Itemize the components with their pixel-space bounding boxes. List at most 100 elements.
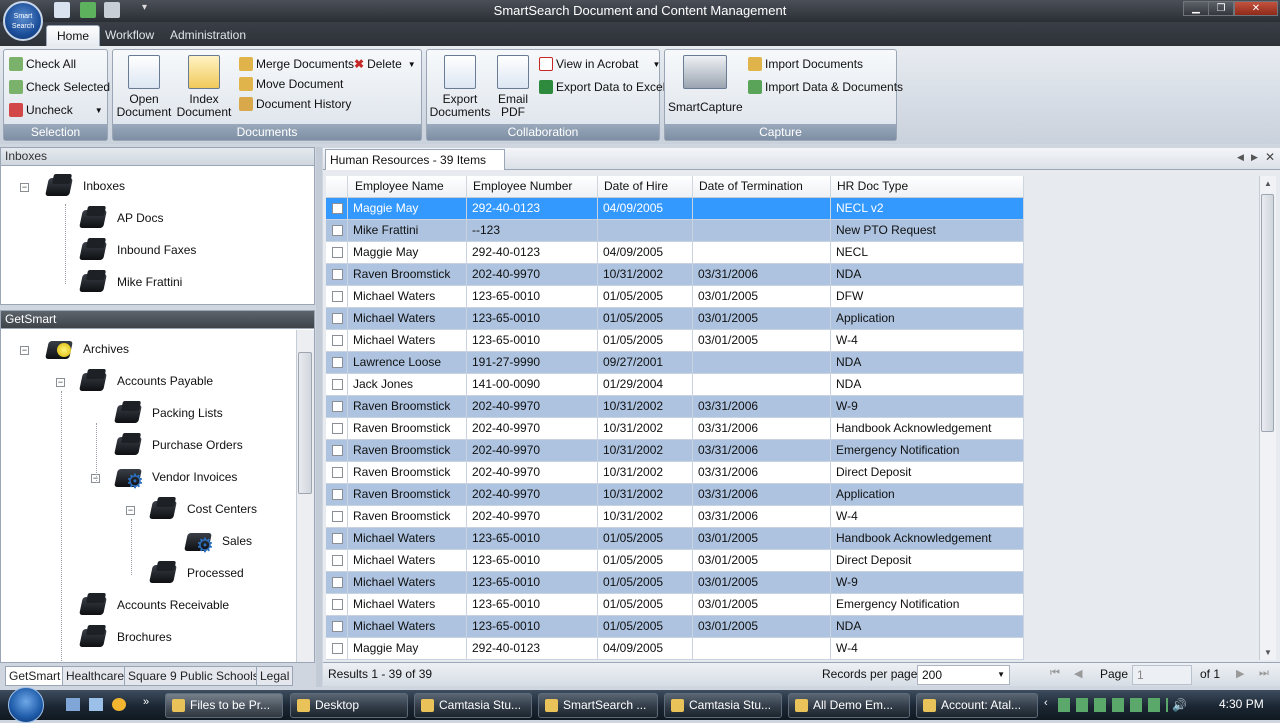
prev-page-icon[interactable]: ◀	[1074, 667, 1082, 680]
tree-node[interactable]: Purchase Orders	[114, 431, 243, 459]
row-checkbox[interactable]	[332, 643, 343, 654]
row-checkbox[interactable]	[332, 401, 343, 412]
taskbar-item[interactable]: All Demo Em...	[788, 693, 910, 718]
index-document-button[interactable]: Index Document	[176, 55, 232, 119]
tree-node[interactable]: Cost Centers	[149, 495, 257, 523]
row-checkbox[interactable]	[332, 467, 343, 478]
row-checkbox[interactable]	[332, 511, 343, 522]
row-checkbox[interactable]	[332, 621, 343, 632]
explorer-icon[interactable]	[89, 698, 103, 711]
collapse-icon[interactable]: −	[56, 378, 65, 387]
scroll-down-icon[interactable]: ▼	[1264, 648, 1272, 657]
row-checkbox[interactable]	[332, 423, 343, 434]
table-row[interactable]: Michael Waters 123-65-0010 01/05/2005 03/01…	[326, 308, 1024, 330]
column-header[interactable]: HR Doc Type	[831, 176, 1024, 198]
row-checkbox[interactable]	[332, 533, 343, 544]
table-row[interactable]: Mike Frattini --123 New PTO Request	[326, 220, 1024, 242]
merge-documents-button[interactable]: Merge Documents	[239, 57, 354, 71]
row-checkbox[interactable]	[332, 269, 343, 280]
table-row[interactable]: Raven Broomstick 202-40-9970 10/31/2002 03/…	[326, 418, 1024, 440]
row-checkbox[interactable]	[332, 313, 343, 324]
taskbar-item[interactable]: Desktop	[290, 693, 408, 718]
last-page-icon[interactable]: ⏭	[1259, 667, 1269, 680]
tab-home[interactable]: Home	[46, 25, 101, 46]
taskbar-item[interactable]: Camtasia Stu...	[664, 693, 782, 718]
table-row[interactable]: Raven Broomstick 202-40-9970 10/31/2002 03/…	[326, 264, 1024, 286]
scrollbar-thumb[interactable]	[298, 352, 312, 494]
row-checkbox[interactable]	[332, 357, 343, 368]
tree-node[interactable]: Brochures	[79, 623, 172, 651]
table-row[interactable]: Maggie May 292-40-0123 04/09/2005 NECL v2	[326, 198, 1024, 220]
tree-node[interactable]: Processed	[149, 559, 244, 587]
tab-administration[interactable]: Administration	[160, 25, 256, 46]
check-all-button[interactable]: Check All	[9, 57, 76, 71]
row-checkbox[interactable]	[332, 489, 343, 500]
tab-healthcare[interactable]: Healthcare	[62, 666, 129, 686]
tab-getsmart[interactable]: GetSmart	[5, 666, 65, 686]
table-row[interactable]: Michael Waters 123-65-0010 01/05/2005 03/01…	[326, 330, 1024, 352]
row-checkbox[interactable]	[332, 291, 343, 302]
table-row[interactable]: Michael Waters 123-65-0010 01/05/2005 03/01…	[326, 550, 1024, 572]
move-document-button[interactable]: Move Document	[239, 77, 343, 91]
tree-node[interactable]: Packing Lists	[114, 399, 223, 427]
import-documents-button[interactable]: Import Documents	[748, 57, 863, 71]
export-data-to-excel-button[interactable]: Export Data to Excel	[539, 80, 665, 94]
view-in-acrobat-button[interactable]: View in Acrobat ▼	[539, 57, 660, 71]
taskbar-item[interactable]: Account: Atal...	[916, 693, 1038, 718]
splitter[interactable]	[316, 147, 322, 687]
clock[interactable]: 4:30 PM	[1219, 697, 1264, 711]
email-pdf-button[interactable]: Email PDF	[493, 55, 533, 119]
row-checkbox[interactable]	[332, 555, 343, 566]
uncheck-button[interactable]: Uncheck ▼	[9, 103, 103, 117]
table-row[interactable]: Michael Waters 123-65-0010 01/05/2005 03/01…	[326, 286, 1024, 308]
delete-button[interactable]: ✖ Delete ▼	[354, 57, 416, 71]
close-tab-icon[interactable]: ✕	[1265, 150, 1275, 164]
tray-expand-icon[interactable]: ‹	[1044, 697, 1048, 709]
start-button[interactable]	[8, 687, 44, 723]
check-selected-button[interactable]: Check Selected	[9, 80, 110, 94]
row-checkbox[interactable]	[332, 335, 343, 346]
inbox-item[interactable]: AP Docs	[79, 204, 163, 232]
tree-node-archives[interactable]: Archives	[45, 335, 129, 363]
more-quicklaunch-icon[interactable]: »	[143, 696, 149, 708]
column-header[interactable]: Date of Termination	[693, 176, 831, 198]
next-page-icon[interactable]: ▶	[1236, 667, 1244, 680]
inbox-item[interactable]: Inbound Faxes	[79, 236, 196, 264]
tray-icons[interactable]	[1058, 698, 1168, 712]
scroll-up-icon[interactable]: ▲	[1264, 179, 1272, 188]
inboxes-root-node[interactable]: Inboxes	[45, 172, 125, 200]
table-row[interactable]: Raven Broomstick 202-40-9970 10/31/2002 03/…	[326, 462, 1024, 484]
show-desktop-icon[interactable]	[66, 698, 80, 711]
table-row[interactable]: Michael Waters 123-65-0010 01/05/2005 03/01…	[326, 572, 1024, 594]
scrollbar-thumb[interactable]	[1261, 194, 1274, 432]
tab-square9[interactable]: Square 9 Public Schools	[124, 666, 263, 686]
row-checkbox[interactable]	[332, 445, 343, 456]
open-document-button[interactable]: Open Document	[116, 55, 172, 119]
collapse-icon[interactable]: −	[126, 506, 135, 515]
save-icon[interactable]	[54, 2, 70, 18]
table-row[interactable]: Michael Waters 123-65-0010 01/05/2005 03/01…	[326, 616, 1024, 638]
table-row[interactable]: Raven Broomstick 202-40-9970 10/31/2002 03/…	[326, 440, 1024, 462]
volume-icon[interactable]: 🔊	[1172, 698, 1187, 712]
row-checkbox[interactable]	[332, 379, 343, 390]
tab-next-icon[interactable]: ▶	[1251, 152, 1258, 163]
table-row[interactable]: Raven Broomstick 202-40-9970 10/31/2002 03/…	[326, 396, 1024, 418]
tree-node[interactable]: Vendor Invoices	[114, 463, 237, 494]
document-history-button[interactable]: Document History	[239, 97, 351, 111]
browser-icon[interactable]	[112, 698, 126, 711]
tree-node[interactable]: Accounts Payable	[79, 367, 213, 395]
collapse-icon[interactable]: −	[20, 183, 29, 192]
import-data-documents-button[interactable]: Import Data & Documents	[748, 80, 903, 94]
taskbar-item[interactable]: Files to be Pr...	[165, 693, 283, 718]
print-icon[interactable]	[104, 2, 120, 18]
close-button[interactable]: ✕	[1234, 1, 1278, 16]
customize-qat-icon[interactable]: ▾	[142, 2, 147, 13]
refresh-icon[interactable]	[80, 2, 96, 18]
column-header[interactable]: Employee Number	[467, 176, 598, 198]
taskbar-item[interactable]: Camtasia Stu...	[414, 693, 532, 718]
application-orb[interactable]: Smart Search	[3, 1, 43, 41]
export-documents-button[interactable]: Export Documents	[429, 55, 491, 119]
row-checkbox[interactable]	[332, 203, 343, 214]
first-page-icon[interactable]: ⏮	[1050, 667, 1060, 680]
table-row[interactable]: Maggie May 292-40-0123 04/09/2005 NECL	[326, 242, 1024, 264]
